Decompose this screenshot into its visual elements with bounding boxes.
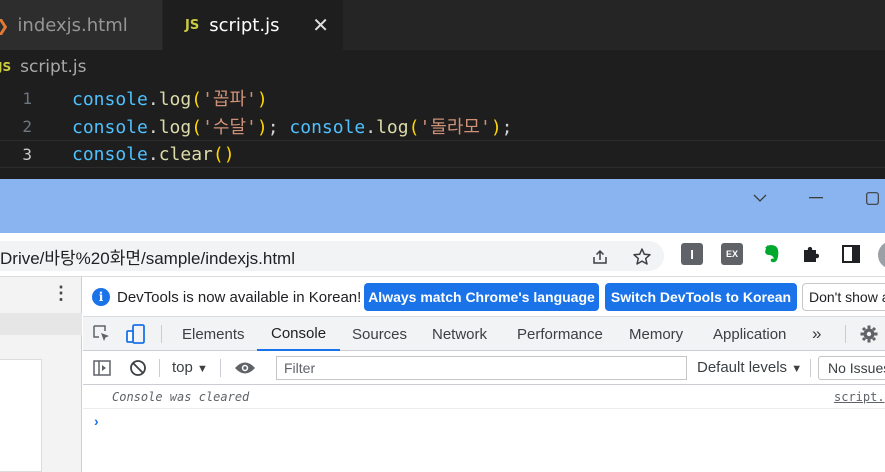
- separator: [161, 325, 162, 343]
- code-text[interactable]: console.clear(): [72, 144, 235, 165]
- dropdown-arrow-icon: ▼: [791, 363, 803, 375]
- code-line-current: 3 console.clear(): [0, 140, 885, 168]
- tab-indexjs-html[interactable]: ❯ indexjs.html: [0, 0, 162, 50]
- js-file-icon: JS: [0, 60, 12, 74]
- tab-memory[interactable]: Memory: [629, 317, 683, 351]
- separator: [220, 359, 221, 377]
- breadcrumb[interactable]: JS script.js: [0, 54, 86, 80]
- code-line: 2 console.log('수달'); console.log('돌라모');: [0, 112, 885, 140]
- console-message-row: Console was cleared script.js:3: [83, 385, 885, 409]
- html-chevron-icon: ❯: [0, 16, 9, 35]
- info-icon: i: [92, 288, 110, 306]
- dont-show-again-button[interactable]: Don't show again: [802, 283, 885, 311]
- more-options-icon[interactable]: ⋮: [52, 284, 70, 302]
- show-sidebar-icon[interactable]: [92, 358, 112, 378]
- ext-i-icon[interactable]: I: [681, 243, 703, 265]
- ext-ex-icon[interactable]: EX: [721, 243, 743, 265]
- side-panel-icon[interactable]: [840, 243, 862, 265]
- separator: [845, 325, 846, 343]
- tab-label: script.js: [209, 14, 280, 36]
- share-icon[interactable]: [590, 247, 610, 267]
- log-levels-dropdown[interactable]: Default levels ▼: [697, 359, 802, 376]
- tab-performance[interactable]: Performance: [517, 317, 603, 351]
- js-file-icon: JS: [185, 17, 200, 33]
- chevron-down-icon[interactable]: [743, 186, 777, 210]
- profile-avatar[interactable]: [878, 241, 885, 269]
- breadcrumb-file: script.js: [20, 57, 87, 77]
- log-levels-label: Default levels: [697, 359, 788, 376]
- tab-sources[interactable]: Sources: [352, 317, 407, 351]
- inspect-element-icon[interactable]: [92, 324, 112, 344]
- infobar-message: DevTools is now available in Korean!: [117, 289, 362, 306]
- context-selector[interactable]: top ▼: [172, 359, 208, 376]
- separator: [159, 359, 160, 377]
- tab-label: indexjs.html: [17, 14, 128, 36]
- code-editor: ❯ indexjs.html JS script.js ✕ JS script.…: [0, 0, 885, 179]
- live-expression-eye-icon[interactable]: [233, 358, 257, 378]
- context-label: top: [172, 359, 193, 376]
- tab-application[interactable]: Application: [713, 317, 786, 351]
- more-tabs-icon[interactable]: »: [812, 317, 821, 351]
- code-text[interactable]: console.log('꼽파'): [72, 85, 268, 111]
- device-toolbar-icon[interactable]: [125, 323, 147, 345]
- minimize-icon[interactable]: [799, 186, 833, 210]
- switch-to-korean-button[interactable]: Switch DevTools to Korean: [605, 283, 797, 311]
- console-toolbar: top ▼ Filter Default levels ▼ No Issues: [83, 351, 885, 385]
- close-tab-icon[interactable]: ✕: [312, 13, 329, 37]
- clear-console-icon[interactable]: [128, 358, 148, 378]
- language-infobar: i DevTools is now available in Korean! A…: [83, 277, 885, 317]
- web-page-area: ⋮: [0, 277, 82, 472]
- code-area[interactable]: 1 console.log('꼽파') 2 console.log('수달');…: [0, 84, 885, 168]
- line-number: 3: [22, 144, 32, 164]
- settings-gear-icon[interactable]: [859, 324, 879, 344]
- tab-script-js[interactable]: JS script.js ✕: [163, 0, 343, 50]
- code-line: 1 console.log('꼽파'): [0, 84, 885, 112]
- devtools-tab-bar: Elements Console Sources Network Perform…: [83, 317, 885, 351]
- maximize-icon[interactable]: [855, 186, 885, 210]
- page-content-box: [0, 359, 42, 472]
- line-number: 1: [22, 88, 32, 108]
- code-text[interactable]: console.log('수달'); console.log('돌라모');: [72, 113, 513, 139]
- devtools-panel: i DevTools is now available in Korean! A…: [83, 277, 885, 472]
- message-source-link[interactable]: script.js:3: [834, 390, 885, 404]
- dropdown-arrow-icon: ▼: [197, 363, 208, 375]
- page-header-strip: [0, 313, 82, 335]
- editor-tab-bar: ❯ indexjs.html JS script.js ✕: [0, 0, 885, 50]
- bookmark-star-icon[interactable]: [631, 246, 653, 268]
- url-text: Drive/바탕%20화면/sample/indexjs.html: [0, 248, 295, 268]
- address-bar[interactable]: Drive/바탕%20화면/sample/indexjs.html: [0, 241, 664, 271]
- console-prompt-icon[interactable]: ›: [94, 413, 99, 429]
- tab-network[interactable]: Network: [432, 317, 487, 351]
- evernote-icon[interactable]: [760, 242, 784, 266]
- extensions-puzzle-icon[interactable]: [800, 243, 822, 265]
- line-number: 2: [22, 116, 32, 136]
- console-message: Console was cleared: [112, 390, 250, 404]
- tab-elements[interactable]: Elements: [182, 317, 245, 351]
- console-filter-input[interactable]: Filter: [276, 356, 687, 380]
- tab-console[interactable]: Console: [257, 317, 341, 351]
- separator: [810, 359, 811, 377]
- browser-toolbar: Drive/바탕%20화면/sample/indexjs.html I EX: [0, 233, 885, 277]
- always-match-language-button[interactable]: Always match Chrome's language: [364, 283, 599, 311]
- issues-button[interactable]: No Issues: [818, 356, 885, 380]
